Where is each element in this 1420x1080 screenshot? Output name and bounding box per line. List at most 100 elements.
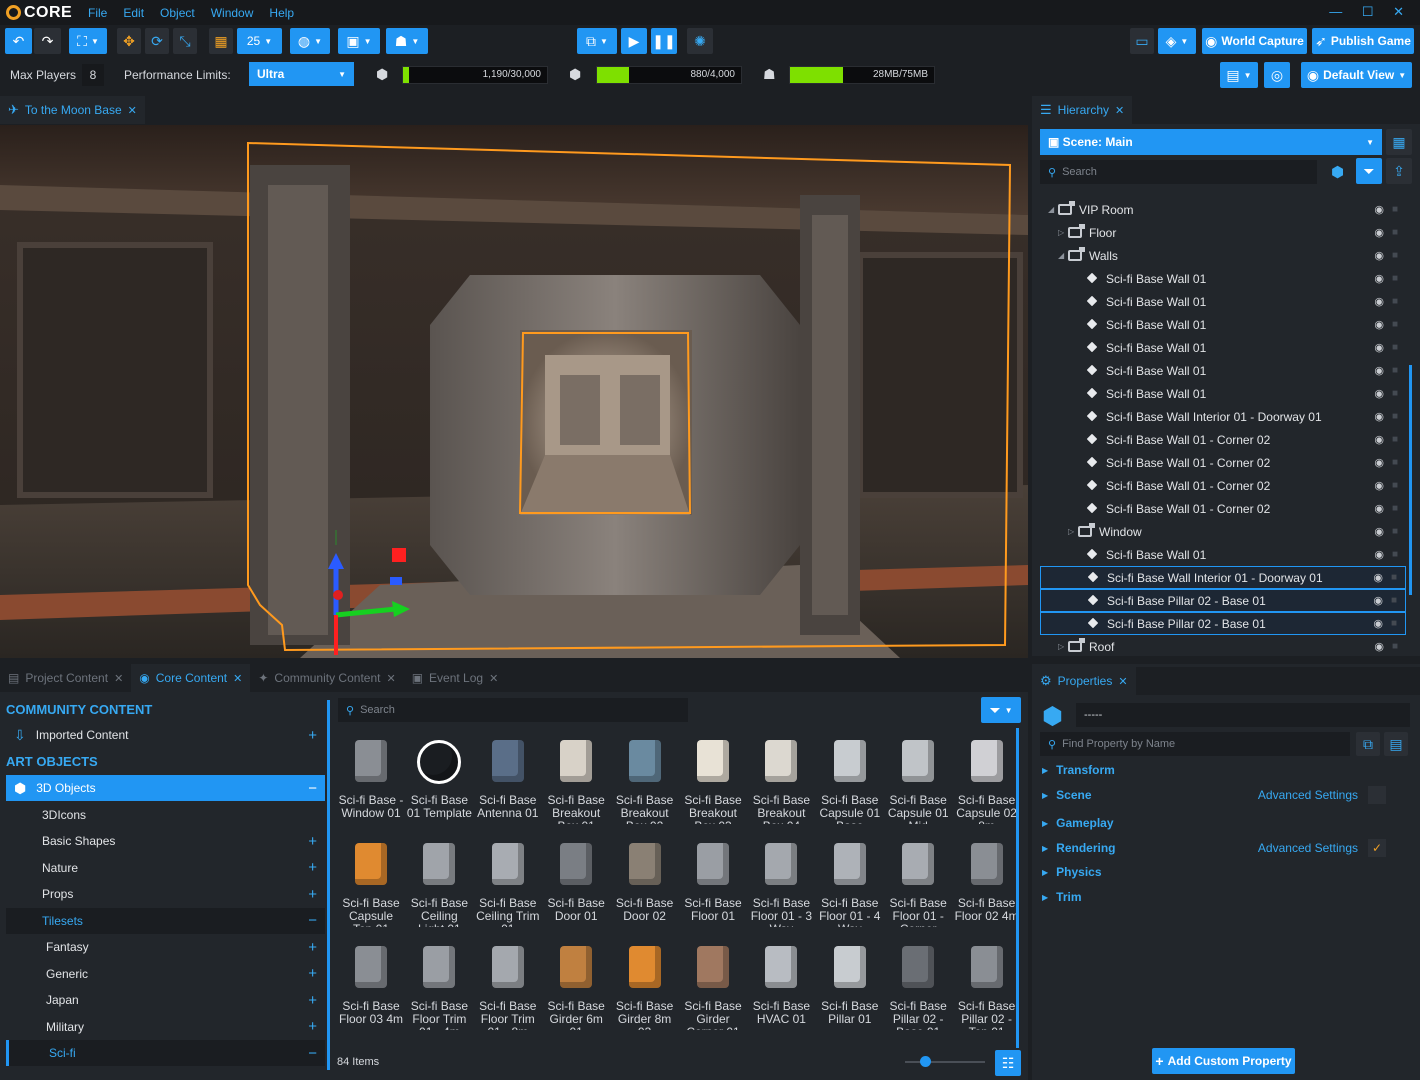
content-item[interactable]: Sci-fi Base Breakout Box 02 xyxy=(612,730,678,828)
nav-item-tilesets[interactable]: Tilesets − xyxy=(6,907,325,934)
lock-icon[interactable]: ■ xyxy=(1392,434,1398,445)
hierarchy-row[interactable]: Sci-fi Base Wall 01 ◉ ■ xyxy=(1040,543,1406,566)
visibility-eye-icon[interactable]: ◉ xyxy=(1374,341,1384,354)
menu-object[interactable]: Object xyxy=(152,6,203,20)
nav-item-sci-fi[interactable]: Sci-fi − xyxy=(6,1040,325,1066)
visibility-eye-icon[interactable]: ◉ xyxy=(1374,410,1384,423)
content-item[interactable]: Sci-fi Base Antenna 01 xyxy=(475,730,541,828)
hierarchy-row[interactable]: Sci-fi Base Wall 01 ◉ ■ xyxy=(1040,290,1406,313)
nav-item-3dicons[interactable]: 3DIcons xyxy=(6,802,325,828)
close-icon[interactable]: ✕ xyxy=(128,104,137,117)
hierarchy-row[interactable]: ▷ Window ◉ ■ xyxy=(1040,520,1406,543)
nav-item-3d-objects[interactable]: ⬢ 3D Objects − xyxy=(6,775,325,801)
tab-core-content[interactable]: ◉ Core Content ✕ xyxy=(131,664,251,692)
content-item[interactable]: Sci-fi Base Girder 8m 03 xyxy=(612,936,678,1034)
menu-window[interactable]: Window xyxy=(203,6,262,20)
expand-icon[interactable]: + xyxy=(308,1018,317,1035)
advanced-settings-checkbox[interactable] xyxy=(1368,786,1386,804)
expand-arrow-icon[interactable]: ▶ xyxy=(1042,868,1048,877)
multiplayer-preview-dropdown[interactable]: ⧉ ▼ xyxy=(577,28,617,54)
expand-arrow-icon[interactable]: ▶ xyxy=(1042,893,1048,902)
publish-game-button[interactable]: ➶ Publish Game xyxy=(1312,28,1414,54)
collapse-icon[interactable]: − xyxy=(308,1045,317,1062)
visibility-eye-icon[interactable]: ◉ xyxy=(1374,525,1384,538)
visibility-eye-icon[interactable]: ◉ xyxy=(1374,387,1384,400)
add-custom-property-button[interactable]: + Add Custom Property xyxy=(1152,1048,1295,1074)
layout-dropdown[interactable]: ▤ ▼ xyxy=(1220,62,1258,88)
hierarchy-row[interactable]: Sci-fi Base Wall 01 - Corner 02 ◉ ■ xyxy=(1040,474,1406,497)
collapse-icon[interactable]: − xyxy=(308,912,317,929)
visibility-eye-icon[interactable]: ◉ xyxy=(1374,479,1384,492)
visibility-eye-icon[interactable]: ◉ xyxy=(1373,617,1383,630)
expand-arrow-icon[interactable]: ◢ xyxy=(1058,251,1068,260)
find-property-search[interactable]: ⚲ Find Property by Name xyxy=(1040,732,1350,756)
content-item[interactable]: Sci-fi Base Capsule Top 01 xyxy=(338,833,404,931)
content-item[interactable]: Sci-fi Base Girder 6m 01 xyxy=(543,936,609,1034)
close-icon[interactable]: ✕ xyxy=(1118,675,1127,688)
property-section-physics[interactable]: ▶ Physics xyxy=(1036,861,1416,883)
expand-arrow-icon[interactable]: ▶ xyxy=(1042,844,1048,853)
hierarchy-row[interactable]: Sci-fi Base Wall 01 ◉ ■ xyxy=(1040,336,1406,359)
nav-item-basic-shapes[interactable]: Basic Shapes + xyxy=(6,828,325,854)
content-item[interactable]: Sci-fi Base Capsule 02 8m xyxy=(954,730,1020,828)
content-item[interactable]: Sci-fi Base Breakout Box 03 xyxy=(680,730,746,828)
tab-project-content[interactable]: ▤ Project Content ✕ xyxy=(0,664,131,692)
content-item[interactable]: Sci-fi Base Ceiling Light 01 xyxy=(406,833,472,931)
lock-icon[interactable]: ■ xyxy=(1392,342,1398,353)
content-item[interactable]: Sci-fi Base - Window 01 xyxy=(338,730,404,828)
thumbnail-size-slider[interactable] xyxy=(905,1061,985,1063)
player-settings-dropdown[interactable]: ☗ ▼ xyxy=(386,28,428,54)
content-item[interactable]: Sci-fi Base 01 Template xyxy=(406,730,472,828)
property-section-trim[interactable]: ▶ Trim xyxy=(1036,886,1416,908)
window-controls[interactable]: — ☐ ✕ xyxy=(1329,4,1412,20)
expand-arrow-icon[interactable]: ◢ xyxy=(1048,205,1058,214)
lock-icon[interactable]: ■ xyxy=(1392,296,1398,307)
property-section-gameplay[interactable]: ▶ Gameplay xyxy=(1036,812,1416,834)
menu-help[interactable]: Help xyxy=(261,6,302,20)
content-item[interactable]: Sci-fi Base Floor 01 - 3 Way xyxy=(748,833,814,931)
tab-properties[interactable]: ⚙ Properties ✕ xyxy=(1032,667,1136,695)
visibility-eye-icon[interactable]: ◉ xyxy=(1374,364,1384,377)
content-filter-dropdown[interactable]: ⏷ ▼ xyxy=(981,697,1021,723)
nav-item-generic[interactable]: Generic + xyxy=(6,961,325,987)
collapse-button[interactable]: ⇪ xyxy=(1386,158,1412,184)
lock-icon[interactable]: ■ xyxy=(1391,572,1397,583)
visibility-eye-icon[interactable]: ◉ xyxy=(1374,548,1384,561)
scale-tool-button[interactable]: ⤡ xyxy=(173,28,197,54)
hierarchy-row[interactable]: Sci-fi Base Wall Interior 01 - Doorway 0… xyxy=(1040,566,1406,589)
content-item[interactable]: Sci-fi Base Floor Trim 01 - 8m xyxy=(475,936,541,1034)
content-item[interactable]: Sci-fi Base Floor 01 - Corner xyxy=(885,833,951,931)
content-item[interactable]: Sci-fi Base Girder Corner 01 xyxy=(680,936,746,1034)
content-item[interactable]: Sci-fi Base Floor 01 - 4 Way xyxy=(817,833,883,931)
nav-item-fantasy[interactable]: Fantasy + xyxy=(6,934,325,960)
content-item[interactable]: Sci-fi Base Capsule 01 Base xyxy=(817,730,883,828)
content-item[interactable]: Sci-fi Base Floor 02 4m xyxy=(954,833,1020,931)
expand-icon[interactable]: + xyxy=(308,833,317,850)
hierarchy-row[interactable]: Sci-fi Base Wall 01 ◉ ■ xyxy=(1040,359,1406,382)
lock-icon[interactable]: ■ xyxy=(1392,227,1398,238)
3d-viewport[interactable] xyxy=(0,125,1028,658)
copy-button[interactable]: ⧉ xyxy=(1356,732,1380,756)
lock-icon[interactable]: ■ xyxy=(1392,319,1398,330)
content-item[interactable]: Sci-fi Base Pillar 02 - Top 01 xyxy=(954,936,1020,1034)
visibility-eye-icon[interactable]: ◉ xyxy=(1374,272,1384,285)
menu-edit[interactable]: Edit xyxy=(115,6,152,20)
lock-icon[interactable]: ■ xyxy=(1392,250,1398,261)
move-tool-button[interactable]: ✥ xyxy=(117,28,141,54)
hierarchy-row[interactable]: Sci-fi Base Wall 01 ◉ ■ xyxy=(1040,382,1406,405)
nav-item-nature[interactable]: Nature + xyxy=(6,855,325,881)
lock-icon[interactable]: ■ xyxy=(1392,457,1398,468)
visibility-eye-icon[interactable]: ◉ xyxy=(1374,456,1384,469)
hierarchy-row[interactable]: Sci-fi Base Wall 01 - Corner 02 ◉ ■ xyxy=(1040,451,1406,474)
expand-arrow-icon[interactable]: ▶ xyxy=(1042,819,1048,828)
visibility-eye-icon[interactable]: ◉ xyxy=(1374,433,1384,446)
visibility-eye-icon[interactable]: ◉ xyxy=(1373,571,1383,584)
camera-dropdown[interactable]: ▣ ▼ xyxy=(338,28,380,54)
content-search[interactable]: ⚲ Search xyxy=(338,698,688,722)
tab-event-log[interactable]: ▣ Event Log ✕ xyxy=(404,664,507,692)
lock-icon[interactable]: ■ xyxy=(1391,618,1397,629)
play-button[interactable]: ▶ xyxy=(621,28,647,54)
grid-snap-button[interactable]: ▦ xyxy=(209,28,233,54)
visibility-eye-icon[interactable]: ◉ xyxy=(1374,249,1384,262)
tab-community-content[interactable]: ✦ Community Content ✕ xyxy=(250,664,403,692)
